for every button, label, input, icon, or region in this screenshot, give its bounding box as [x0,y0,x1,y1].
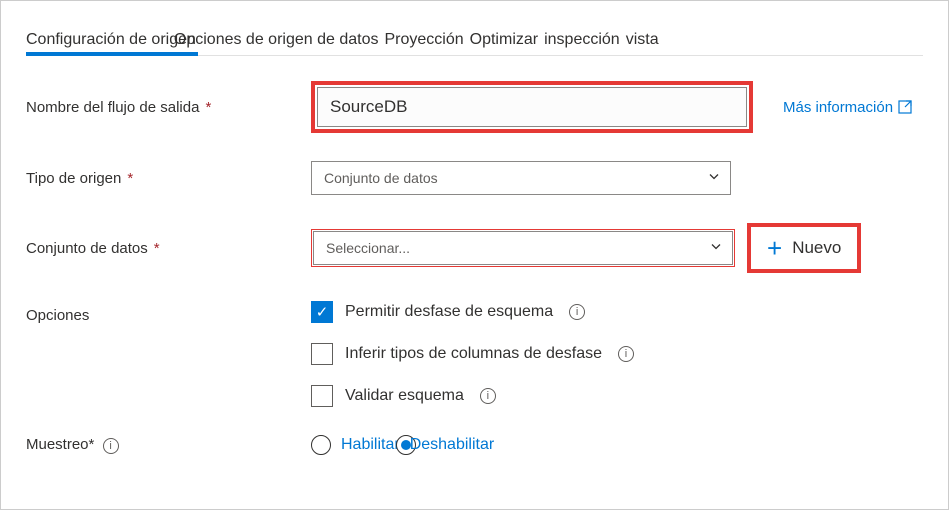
label-dataset: Conjunto de datos* [26,240,311,257]
label-output-stream-name: Nombre del flujo de salida* [26,99,311,116]
tab-optimizar[interactable]: Optimizar [470,31,540,55]
label-sampling: Muestreo* i [26,436,311,454]
new-dataset-button[interactable]: + Nuevo [757,231,851,265]
tab-proyeccion[interactable]: Proyección [384,31,465,55]
chevron-down-icon [710,241,722,256]
checkbox-allow-schema-drift[interactable]: ✓ [311,301,333,323]
option-infer-drift-types-label: Inferir tipos de columnas de desfase [345,345,602,363]
checkbox-infer-drift-types[interactable] [311,343,333,365]
tab-inspeccion[interactable]: inspección [544,31,622,55]
tab-opciones-origen-datos[interactable]: Opciones de origen de datos [174,31,381,55]
option-validate-schema-label: Validar esquema [345,387,464,405]
open-external-icon [897,99,913,115]
radio-disable-label: Deshabilitar [410,436,494,454]
more-info-link[interactable]: Más información [783,99,913,116]
info-icon[interactable]: i [480,388,496,404]
info-icon[interactable]: i [569,304,585,320]
tab-bar: Configuración de origen Opciones de orig… [26,31,923,56]
source-type-select[interactable]: Conjunto de datos [311,161,731,195]
radio-sampling-enable[interactable] [311,435,331,455]
plus-icon: + [767,235,782,261]
radio-enable-label: Habilitar [341,436,400,454]
dataset-select[interactable]: Seleccionar... [313,231,733,265]
output-stream-name-input[interactable] [317,87,747,127]
info-icon[interactable]: i [103,438,119,454]
label-source-type: Tipo de origen* [26,170,311,187]
checkbox-validate-schema[interactable] [311,385,333,407]
info-icon[interactable]: i [618,346,634,362]
option-allow-schema-drift-label: Permitir desfase de esquema [345,303,553,321]
tab-configuracion-origen[interactable]: Configuración de origen [26,31,198,55]
chevron-down-icon [708,171,720,186]
label-options: Opciones [26,301,311,324]
tab-vista[interactable]: vista [626,31,661,55]
